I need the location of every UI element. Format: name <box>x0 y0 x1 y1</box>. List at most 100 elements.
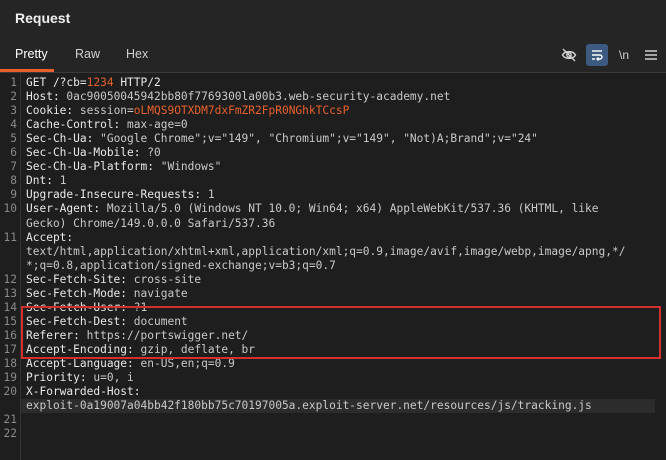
line-code: exploit-0a19007a04bb42f180bb75c70197005a… <box>26 399 592 413</box>
newline-toggle-icon[interactable]: \n <box>613 44 635 66</box>
header-value: 1 <box>59 174 67 188</box>
header-name: Sec-Fetch-User: <box>26 300 134 314</box>
code-line[interactable]: 14 Sec-Fetch-User: ?1 <box>0 301 666 315</box>
header-value: Gecko) Chrome/149.0.0.0 Safari/537.36 <box>26 216 276 230</box>
line-code: Accept-Language: en-US,en;q=0.9 <box>26 357 235 371</box>
line-number: 18 <box>3 357 17 370</box>
header-value: 0ac90050045942bb80f7769300la00b3.web-sec… <box>66 90 451 104</box>
line-code: GET /?cb=1234 HTTP/2 <box>26 76 161 90</box>
header-value: document <box>133 314 188 328</box>
code-line[interactable]: 4 Cache-Control: max-age=0 <box>0 118 666 132</box>
line-number: 19 <box>3 371 17 385</box>
tab-hex[interactable]: Hex <box>126 47 148 61</box>
line-code: Priority: u=0, i <box>26 371 134 385</box>
line-code: Sec-Ch-Ua-Platform: "Windows" <box>26 160 221 174</box>
active-tab-indicator <box>0 69 54 72</box>
code-line[interactable]: 17 Accept-Encoding: gzip, deflate, br <box>0 343 666 357</box>
code-line[interactable]: exploit-0a19007a04bb42f180bb75c70197005a… <box>0 399 666 414</box>
line-number: 14 <box>3 300 17 314</box>
header-name: Priority: <box>26 371 94 385</box>
tab-raw[interactable]: Raw <box>75 47 100 61</box>
header-value: 1 <box>207 188 215 202</box>
line-number: 11 <box>3 230 17 244</box>
line-number: 2 <box>10 90 17 104</box>
header-value: Mozilla/5.0 (Windows NT 10.0; Win64; x64… <box>106 202 599 216</box>
line-number: 20 <box>3 385 17 399</box>
code-line[interactable]: Gecko) Chrome/149.0.0.0 Safari/537.36 <box>0 217 666 231</box>
line-code: *;q=0.8,application/signed-exchange;v=b3… <box>26 259 336 273</box>
header-name: X-Forwarded-Host: <box>26 385 141 399</box>
header-value: exploit-0a19007a04bb42f180bb75c70197005a… <box>26 399 592 413</box>
header-name: Sec-Fetch-Site: <box>26 272 134 286</box>
code-line[interactable]: 3 Cookie: session=oLMQS9OTXDM7dxFmZR2FpR0… <box>0 104 666 118</box>
header-name: GET /?cb= <box>26 76 87 89</box>
line-number: 21 <box>3 413 17 427</box>
word-wrap-icon[interactable] <box>586 44 608 66</box>
header-value: gzip, deflate, br <box>140 342 256 356</box>
header-value: *;q=0.8,application/signed-exchange;v=b3… <box>26 258 336 272</box>
header-value: ?1 <box>133 300 148 314</box>
line-number: 9 <box>10 188 17 202</box>
tab-pretty[interactable]: Pretty <box>15 47 48 61</box>
line-code: Host: 0ac90050045942bb80f7769300la00b3.w… <box>26 90 450 104</box>
code-line[interactable]: 15 Sec-Fetch-Dest: document <box>0 315 666 329</box>
code-line[interactable]: 18 Accept-Language: en-US,en;q=0.9 <box>0 357 666 371</box>
code-line[interactable]: 9 Upgrade-Insecure-Requests: 1 <box>0 188 666 202</box>
code-line[interactable]: 12 Sec-Fetch-Site: cross-site <box>0 273 666 287</box>
code-line[interactable]: 13 Sec-Fetch-Mode: navigate <box>0 287 666 301</box>
line-code: Sec-Fetch-Site: cross-site <box>26 273 201 287</box>
code-line[interactable]: 11 Accept: <box>0 231 666 245</box>
header-value: "Windows" <box>160 160 222 174</box>
header-name: Host: <box>26 90 67 104</box>
eye-off-icon[interactable] <box>558 44 580 66</box>
code-line[interactable]: 10 User-Agent: Mozilla/5.0 (Windows NT 10… <box>0 202 666 216</box>
header-name: Dnt: <box>26 174 60 188</box>
menu-icon[interactable] <box>640 44 662 66</box>
header-value: u=0, i <box>93 371 134 385</box>
line-number: 6 <box>10 146 17 160</box>
line-number: 3 <box>10 104 17 118</box>
code-line[interactable]: text/html,application/xhtml+xml,applicat… <box>0 245 666 259</box>
code-line[interactable]: 2 Host: 0ac90050045942bb80f7769300la00b3.… <box>0 90 666 104</box>
code-line[interactable]: 19 Priority: u=0, i <box>0 371 666 385</box>
code-line[interactable]: 22 <box>0 427 666 441</box>
code-line[interactable]: 20 X-Forwarded-Host: <box>0 385 666 399</box>
line-code: Sec-Ch-Ua: "Google Chrome";v="149", "Chr… <box>26 132 538 146</box>
code-line[interactable]: 8 Dnt: 1 <box>0 174 666 188</box>
header-name: User-Agent: <box>26 202 107 216</box>
line-code: User-Agent: Mozilla/5.0 (Windows NT 10.0… <box>26 202 599 216</box>
header-name: Cache-Control: <box>26 118 128 132</box>
line-code: Accept: <box>26 231 73 245</box>
code-line[interactable]: 16 Referer: https://portswigger.net/ <box>0 329 666 343</box>
code-line[interactable]: 6 Sec-Ch-Ua-Mobile: ?0 <box>0 146 666 160</box>
header-name: Upgrade-Insecure-Requests: <box>26 188 208 202</box>
header-name: Sec-Ch-Ua-Platform: <box>26 160 161 174</box>
code-line[interactable]: 5 Sec-Ch-Ua: "Google Chrome";v="149", "Ch… <box>0 132 666 146</box>
header-value: https://portswigger.net/ <box>86 328 249 342</box>
header-name: Sec-Ch-Ua: <box>26 132 101 146</box>
code-line[interactable]: 21 <box>0 413 666 427</box>
header-value: "Google Chrome";v="149", "Chromium";v="1… <box>100 132 538 146</box>
line-number: 15 <box>3 314 17 328</box>
request-editor[interactable]: 1 GET /?cb=1234 HTTP/2 2 Host: 0ac900500459… <box>0 73 666 460</box>
line-code: text/html,application/xhtml+xml,applicat… <box>26 245 625 259</box>
header-name: Sec-Ch-Ua-Mobile: <box>26 146 148 160</box>
line-number: 10 <box>3 202 17 216</box>
header-name: Accept-Language: <box>26 357 141 370</box>
line-code: Accept-Encoding: gzip, deflate, br <box>26 343 255 357</box>
line-code: Gecko) Chrome/149.0.0.0 Safari/537.36 <box>26 217 275 231</box>
code-line[interactable]: *;q=0.8,application/signed-exchange;v=b3… <box>0 259 666 273</box>
line-number: 17 <box>3 342 17 356</box>
line-number: 1 <box>10 76 17 89</box>
header-name: Accept-Encoding: <box>26 342 141 356</box>
code-line[interactable]: 1 GET /?cb=1234 HTTP/2 <box>0 76 666 90</box>
header-value: text/html,application/xhtml+xml,applicat… <box>26 244 626 258</box>
line-number: 8 <box>10 174 17 188</box>
panel-header: Request <box>0 0 666 36</box>
header-name: Referer: <box>26 328 87 342</box>
line-code: Sec-Fetch-Mode: navigate <box>26 287 188 301</box>
line-code: Sec-Fetch-Dest: document <box>26 315 188 329</box>
code-line[interactable]: 7 Sec-Ch-Ua-Platform: "Windows" <box>0 160 666 174</box>
header-value: cross-site <box>133 272 202 286</box>
header-name: Cookie: <box>26 104 80 118</box>
